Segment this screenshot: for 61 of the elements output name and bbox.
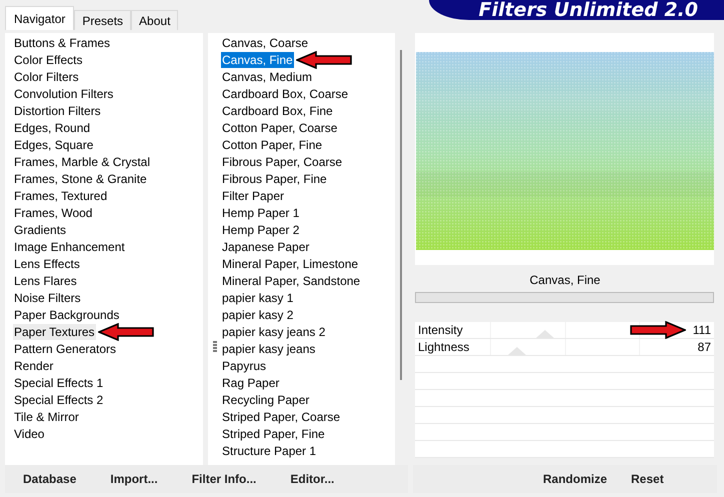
tab[interactable]: Navigator	[5, 6, 74, 30]
list-item[interactable]: Paper Backgrounds	[13, 306, 120, 322]
app-title: Filters Unlimited 2.0	[428, 0, 724, 20]
list-item[interactable]: papier kasy 2	[221, 306, 294, 322]
list-item[interactable]: Special Effects 2	[13, 392, 104, 408]
parameter-name: Intensity	[418, 323, 463, 337]
list-item[interactable]: papier kasy jeans 2	[221, 324, 326, 340]
tab[interactable]: About	[131, 10, 178, 30]
parameter-value: 111	[692, 323, 711, 337]
tab[interactable]: Presets	[74, 10, 132, 30]
slider[interactable]: Intensity 111	[415, 322, 714, 339]
list-item[interactable]: Japanese Paper	[221, 238, 310, 254]
parameter-name: Lightness	[418, 340, 470, 354]
list-item[interactable]: Hemp Paper 1	[221, 204, 300, 220]
list-item[interactable]: Color Effects	[13, 52, 84, 68]
list-item[interactable]: Edges, Square	[13, 136, 94, 152]
list-item[interactable]: Mineral Paper, Limestone	[221, 256, 360, 272]
list-item[interactable]: Gradients	[13, 222, 68, 238]
list-item[interactable]: Frames, Marble & Crystal	[13, 154, 152, 170]
list-item[interactable]: Cotton Paper, Coarse	[221, 120, 338, 136]
list-item[interactable]: Cardboard Box, Coarse	[221, 86, 350, 102]
list-item[interactable]: Hemp Paper 2	[221, 222, 300, 238]
list-item[interactable]: Striped Paper, Coarse	[221, 408, 342, 424]
list-item[interactable]: Fibrous Paper, Fine	[221, 170, 328, 186]
list-item[interactable]: Fibrous Paper, Coarse	[221, 154, 344, 170]
list-item[interactable]: Striped Paper, Fine	[221, 426, 326, 442]
slider[interactable]: Lightness 87	[415, 339, 714, 356]
list-item[interactable]: Structure Paper 1	[221, 442, 318, 458]
list-item[interactable]: Convolution Filters	[13, 86, 114, 102]
list-item[interactable]: Canvas, Fine	[221, 52, 294, 68]
list-item[interactable]: Frames, Wood	[13, 204, 94, 220]
list-item[interactable]: papier kasy jeans	[221, 340, 316, 356]
list-item[interactable]: Pattern Generators	[13, 340, 118, 356]
list-item[interactable]: Special Effects 1	[13, 374, 104, 390]
list-item[interactable]: Tile & Mirror	[13, 408, 80, 424]
list-item[interactable]: Buttons & Frames	[13, 34, 112, 50]
list-item[interactable]: Distortion Filters	[13, 102, 102, 118]
parameter-value: 87	[698, 340, 711, 354]
list-item[interactable]: Cardboard Box, Fine	[221, 102, 334, 118]
list-item[interactable]: Canvas, Medium	[221, 68, 314, 84]
list-item[interactable]: Image Enhancement	[13, 238, 126, 254]
list-item[interactable]: Filter Paper	[221, 188, 286, 204]
list-item[interactable]: Video	[13, 426, 46, 442]
list-item[interactable]: Noise Filters	[13, 290, 82, 306]
list-item[interactable]: Mineral Paper, Sandstone	[221, 272, 362, 288]
list-item[interactable]: Frames, Stone & Granite	[13, 170, 148, 186]
list-item[interactable]: Lens Effects	[13, 256, 81, 272]
list-item[interactable]: Canvas, Coarse	[221, 34, 310, 50]
list-item[interactable]: Paper Textures	[13, 324, 96, 340]
list-item[interactable]: Edges, Round	[13, 120, 92, 136]
list-item[interactable]: Papyrus	[221, 358, 268, 374]
list-item[interactable]: Lens Flares	[13, 272, 78, 288]
list-item[interactable]: Render	[13, 358, 54, 374]
list-item[interactable]: Frames, Textured	[13, 188, 108, 204]
list-item[interactable]: Recycling Paper	[221, 392, 310, 408]
list-item[interactable]: Color Filters	[13, 68, 80, 84]
list-item[interactable]: papier kasy 1	[221, 290, 294, 306]
grip-icon[interactable]	[213, 341, 217, 353]
list-item[interactable]: Cotton Paper, Fine	[221, 136, 324, 152]
list-item[interactable]: Rag Paper	[221, 374, 280, 390]
filter-name: Canvas, Fine	[530, 273, 600, 287]
